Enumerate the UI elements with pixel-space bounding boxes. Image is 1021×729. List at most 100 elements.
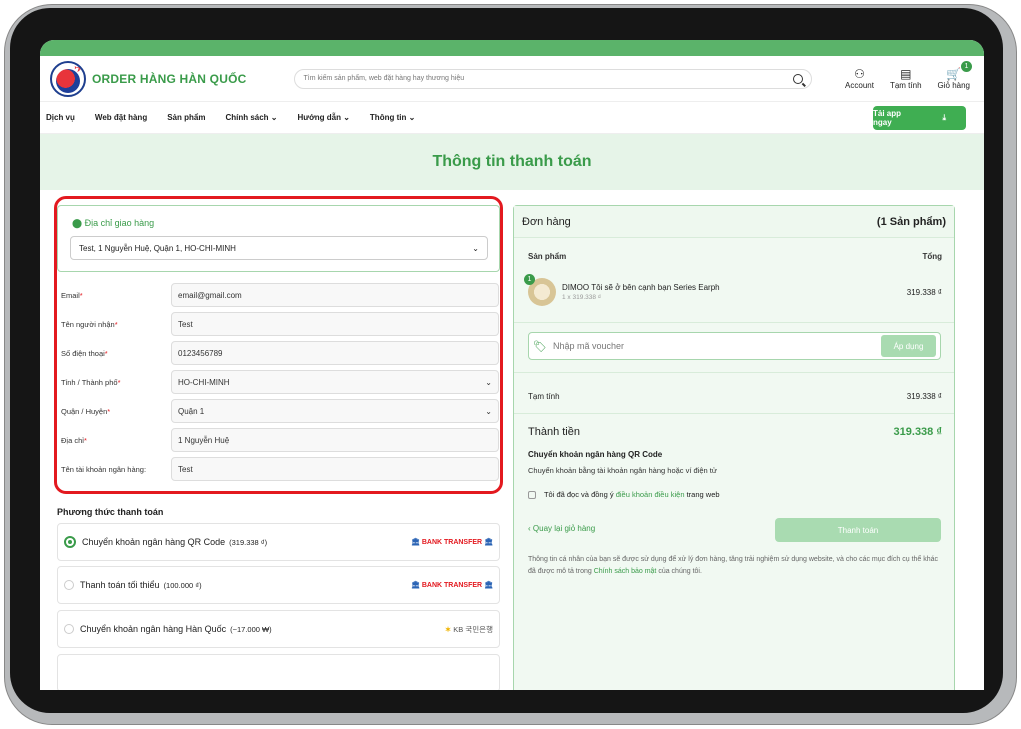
payment-option-korea[interactable]: Chuyển khoản ngân hàng Hàn Quốc (~17.000… xyxy=(57,610,500,648)
payment-option-more[interactable] xyxy=(57,654,500,690)
province-label-text: Tỉnh / Thành phố xyxy=(61,377,118,387)
download-app-button[interactable]: Tải app ngay ⤓ xyxy=(873,105,966,130)
voucher-input[interactable]: 🏷 Nhập mã voucher Áp dụng xyxy=(528,332,941,360)
brand-name[interactable]: ORDER HÀNG HÀN QUỐC xyxy=(92,72,246,86)
back-to-cart-link[interactable]: ‹ Quay lại giỏ hàng xyxy=(528,524,728,533)
cart-button[interactable]: 🛒 1 Giỏ hàng xyxy=(937,61,972,90)
total-value: 319.338 ₫ xyxy=(893,426,942,438)
nav-item-products[interactable]: Sản phẩm xyxy=(167,113,205,122)
payment-minimum-amount: (100.000 ₫) xyxy=(163,580,202,590)
recipient-row: Tên người nhận* Test xyxy=(61,312,499,336)
back-to-cart-label: Quay lại giỏ hàng xyxy=(532,524,596,533)
address-row: Địa chỉ* 1 Nguyễn Huệ xyxy=(61,428,499,452)
payment-qr-label: Chuyển khoản ngân hàng QR Code xyxy=(82,537,226,547)
email-label: Email* xyxy=(61,291,171,300)
apply-voucher-button[interactable]: Áp dụng xyxy=(881,335,936,357)
nav-item-info[interactable]: Thông tin ⌄ xyxy=(370,113,415,122)
chevron-down-icon: ⌄ xyxy=(270,113,278,122)
radio-unselected[interactable] xyxy=(64,580,74,590)
receipt-icon: ▤ xyxy=(900,67,912,81)
divider xyxy=(514,322,954,323)
bank-account-field[interactable]: Test xyxy=(171,457,499,481)
divider xyxy=(514,413,954,414)
privacy-note: Thông tin cá nhân của bạn sẽ được sử dụn… xyxy=(528,554,942,578)
shipping-address-select[interactable]: Test, 1 Nguyễn Huệ, Quận 1, HO-CHI-MINH … xyxy=(70,236,488,260)
chevron-down-icon: ⌄ xyxy=(343,113,350,122)
order-title: Đơn hàng xyxy=(522,215,571,228)
terms-suffix: trang web xyxy=(686,490,720,499)
phone-value: 0123456789 xyxy=(178,348,223,358)
main-nav: Dịch vụ Web đặt hàng Sản phẩm Chính sách… xyxy=(40,102,984,134)
kb-bank-logo-text: KB 국민은행 xyxy=(453,624,493,634)
header: ORDER HÀNG HÀN QUỐC Tìm kiếm sản phẩm, w… xyxy=(40,56,984,102)
chevron-left-icon: ‹ xyxy=(528,524,531,533)
selected-method-title: Chuyển khoản ngân hàng QR Code xyxy=(528,450,663,459)
subtotal-button[interactable]: ▤ Tạm tính xyxy=(890,67,922,90)
shipping-address-box: ⬤ Địa chỉ giao hàng Test, 1 Nguyễn Huệ, … xyxy=(57,205,500,272)
phone-field[interactable]: 0123456789 xyxy=(171,341,499,365)
logo-icon[interactable] xyxy=(50,60,86,97)
voucher-icon: 🏷 xyxy=(533,340,547,353)
required-mark: * xyxy=(104,348,108,358)
district-value: Quận 1 xyxy=(178,406,205,416)
col-product: Sản phẩm xyxy=(528,252,567,261)
required-mark: * xyxy=(107,406,111,416)
address-value: 1 Nguyễn Huệ xyxy=(178,435,230,445)
search-placeholder: Tìm kiếm sản phẩm, web đặt hàng hay thươ… xyxy=(303,75,465,82)
district-select[interactable]: Quận 1 ⌄ xyxy=(171,399,499,423)
download-icon: ⤓ xyxy=(942,112,946,122)
email-field[interactable]: email@gmail.com xyxy=(171,283,499,307)
payment-qr-amount: (319.338 ₫) xyxy=(229,537,268,547)
address-label: Địa chỉ* xyxy=(61,436,171,445)
product-qty-badge: 1 xyxy=(524,274,535,285)
payment-option-minimum[interactable]: Thanh toán tối thiểu (100.000 ₫) 🏛 BANK … xyxy=(57,566,500,604)
divider xyxy=(514,372,954,373)
province-row: Tỉnh / Thành phố* HO-CHI-MINH ⌄ xyxy=(61,370,499,394)
recipient-value: Test xyxy=(178,319,193,329)
bank-transfer-logo-text: BANK TRANSFER xyxy=(421,538,483,546)
nav-item-policy[interactable]: Chính sách ⌄ xyxy=(225,113,277,122)
payment-korea-label: Chuyển khoản ngân hàng Hàn Quốc xyxy=(80,624,227,634)
payment-option-qr[interactable]: Chuyển khoản ngân hàng QR Code (319.338 … xyxy=(57,523,500,561)
radio-selected[interactable] xyxy=(64,536,76,548)
nav-item-guide[interactable]: Hướng dẫn ⌄ xyxy=(298,113,350,122)
district-label: Quận / Huyện* xyxy=(61,407,171,416)
nav-item-services[interactable]: Dịch vụ xyxy=(46,113,75,122)
privacy-link[interactable]: Chính sách bảo mật xyxy=(594,568,657,575)
terms-checkbox[interactable] xyxy=(528,491,536,500)
location-pin-icon: ⬤ xyxy=(72,218,83,228)
cart-label: Giỏ hàng xyxy=(937,81,970,90)
privacy-text: Thông tin cá nhân của bạn sẽ được sử dụn… xyxy=(528,556,939,575)
email-value: email@gmail.com xyxy=(178,290,242,300)
payment-korea-amount: (~17.000 ₩) xyxy=(230,624,272,634)
chevron-down-icon: ⌄ xyxy=(485,377,492,387)
recipient-label: Tên người nhận* xyxy=(61,320,171,329)
search-icon[interactable] xyxy=(793,73,804,84)
user-icon: ⚇ xyxy=(854,67,865,81)
account-button[interactable]: ⚇ Account xyxy=(845,67,874,90)
address-field[interactable]: 1 Nguyễn Huệ xyxy=(171,428,499,452)
terms-link[interactable]: điều khoản điều kiện xyxy=(616,490,685,499)
radio-unselected[interactable] xyxy=(64,624,74,634)
recipient-label-text: Tên người nhận xyxy=(61,319,115,329)
bank-account-label-text: Tên tài khoản ngân hàng: xyxy=(61,464,147,474)
bank-account-label: Tên tài khoản ngân hàng: xyxy=(61,465,171,474)
subtotal-label: Tạm tính xyxy=(528,392,560,401)
order-count: (1 Sản phẩm) xyxy=(876,215,946,228)
recipient-field[interactable]: Test xyxy=(171,312,499,336)
province-label: Tỉnh / Thành phố* xyxy=(61,378,171,387)
checkout-button[interactable]: Thanh toán xyxy=(775,518,941,542)
required-mark: * xyxy=(117,377,121,387)
district-label-text: Quận / Huyện xyxy=(61,406,108,416)
nav-item-order-web[interactable]: Web đặt hàng xyxy=(95,113,147,122)
province-select[interactable]: HO-CHI-MINH ⌄ xyxy=(171,370,499,394)
shipping-address-value: Test, 1 Nguyễn Huệ, Quận 1, HO-CHI-MINH xyxy=(79,243,236,253)
phone-label-text: Số điện thoại xyxy=(61,348,105,358)
search-input[interactable]: Tìm kiếm sản phẩm, web đặt hàng hay thươ… xyxy=(294,68,813,89)
page-title: Thông tin thanh toán xyxy=(40,134,984,190)
privacy-suffix: của chúng tôi. xyxy=(658,568,702,575)
account-label: Account xyxy=(845,81,874,90)
shipping-address-label: Địa chỉ giao hàng xyxy=(84,218,155,228)
bank-transfer-logo-text: BANK TRANSFER xyxy=(421,581,483,589)
top-strip xyxy=(40,40,984,56)
